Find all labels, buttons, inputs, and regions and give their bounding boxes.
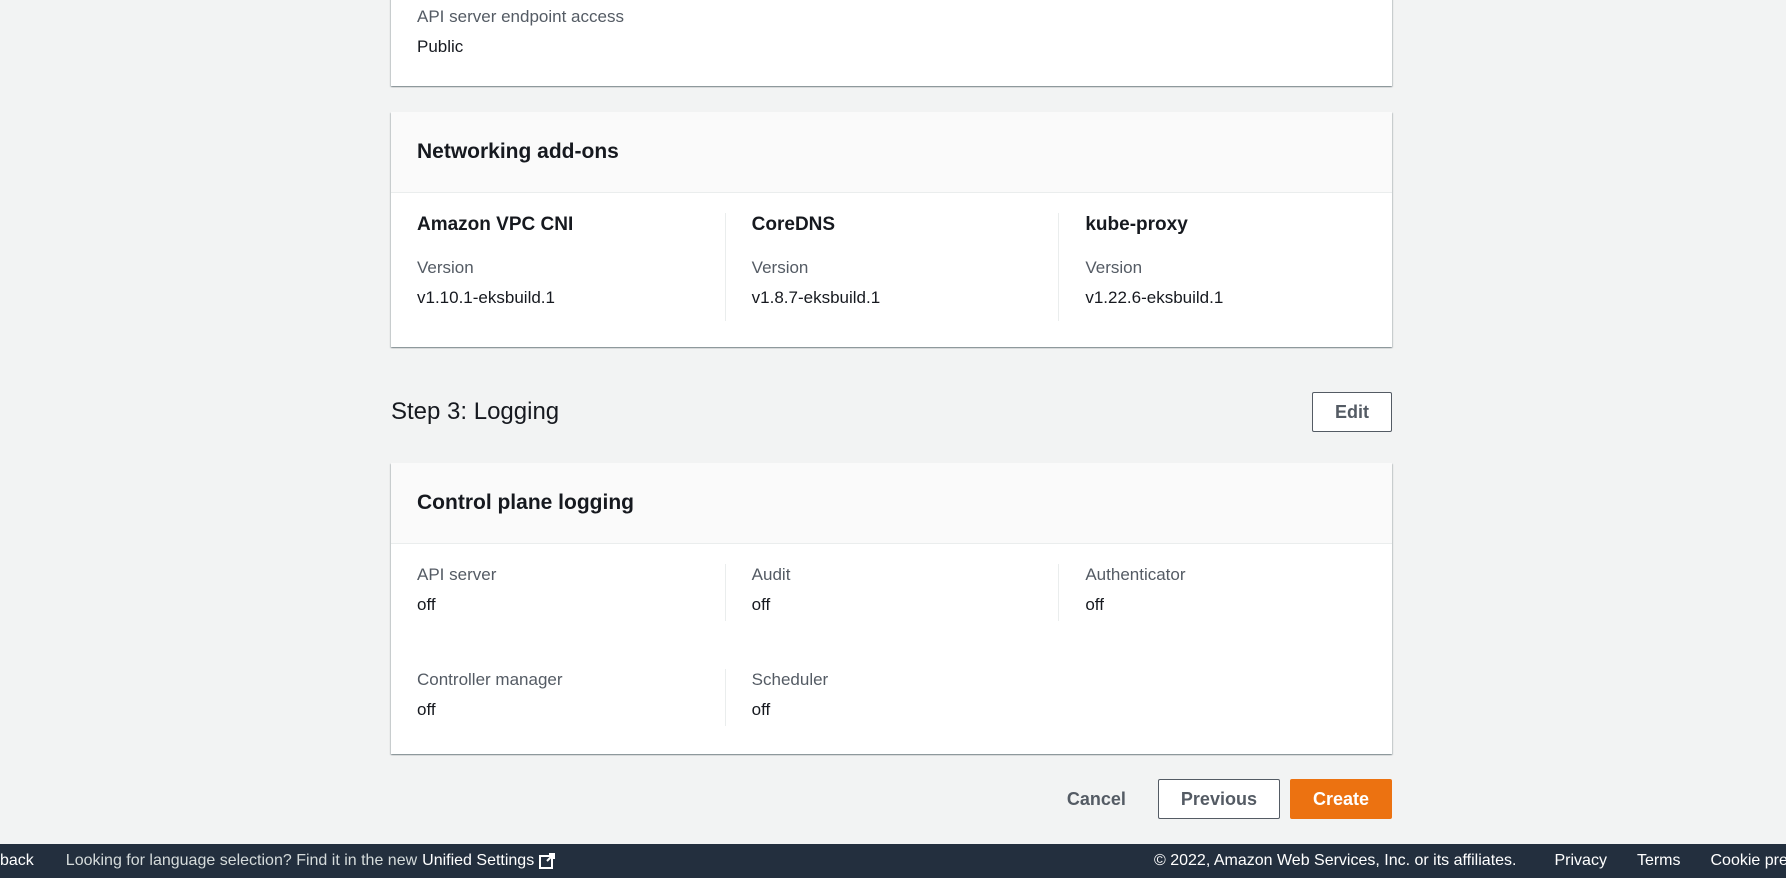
log-type-label: Audit: [751, 565, 791, 584]
networking-addons-card: Networking add-ons Amazon VPC CNI Versio…: [391, 112, 1392, 347]
addon-version-value: v1.22.6-eksbuild.1: [1085, 288, 1224, 307]
logging-api-server: API server off: [391, 564, 725, 621]
logging-row-1: API server off Audit off Authenticator o…: [391, 564, 1392, 621]
logging-scheduler: Scheduler off: [724, 669, 1059, 726]
log-type-value: off: [751, 700, 771, 719]
endpoint-access-label: API server endpoint access: [417, 7, 624, 26]
create-button[interactable]: Create: [1289, 779, 1392, 819]
control-plane-logging-title: Control plane logging: [391, 463, 1392, 544]
networking-addons-title: Networking add-ons: [391, 112, 1392, 193]
cancel-button[interactable]: Cancel: [1045, 779, 1148, 819]
edit-logging-button[interactable]: Edit: [1312, 392, 1392, 432]
addon-version-label: Version: [417, 258, 474, 277]
endpoint-access-value: Public: [417, 37, 464, 56]
wizard-actions: Cancel Previous Create: [1045, 779, 1392, 819]
log-type-label: API server: [417, 565, 497, 584]
log-type-label: Scheduler: [751, 670, 829, 689]
log-type-value: off: [417, 700, 436, 719]
feedback-link[interactable]: back: [0, 852, 34, 870]
privacy-link[interactable]: Privacy: [1554, 852, 1606, 870]
step3-title: Step 3: Logging: [391, 398, 560, 425]
addon-kube-proxy: kube-proxy Version v1.22.6-eksbuild.1: [1058, 213, 1392, 321]
page: API server endpoint access Public Networ…: [0, 0, 1786, 878]
addon-name: Amazon VPC CNI: [417, 214, 574, 235]
addon-version-value: v1.8.7-eksbuild.1: [751, 288, 881, 307]
addon-name: CoreDNS: [751, 214, 836, 235]
log-type-value: off: [417, 595, 436, 614]
addon-version-value: v1.10.1-eksbuild.1: [417, 288, 555, 307]
logging-authenticator: Authenticator off: [1058, 564, 1392, 621]
log-type-value: off: [751, 595, 771, 614]
console-footer: back Looking for language selection? Fin…: [0, 844, 1786, 878]
footer-right: © 2022, Amazon Web Services, Inc. or its…: [1154, 844, 1786, 878]
addon-vpc-cni: Amazon VPC CNI Version v1.10.1-eksbuild.…: [391, 213, 725, 321]
logging-audit: Audit off: [724, 564, 1059, 621]
footer-left: back Looking for language selection? Fin…: [0, 844, 556, 878]
terms-link[interactable]: Terms: [1637, 852, 1681, 870]
external-link-icon[interactable]: [538, 852, 556, 870]
log-type-value: off: [1085, 595, 1104, 614]
addon-version-label: Version: [1085, 258, 1143, 277]
log-type-label: Controller manager: [417, 670, 563, 689]
language-prompt: Looking for language selection? Find it …: [65, 852, 418, 869]
step3-header: Step 3: Logging Edit: [391, 390, 1392, 434]
logging-controller-manager: Controller manager off: [391, 669, 725, 726]
cluster-config-card: API server endpoint access Public: [391, 0, 1392, 86]
addon-version-label: Version: [751, 258, 809, 277]
addon-coredns: CoreDNS Version v1.8.7-eksbuild.1: [724, 213, 1059, 321]
cookie-preferences-link[interactable]: Cookie prefere: [1711, 852, 1786, 870]
log-type-label: Authenticator: [1085, 565, 1186, 584]
previous-button[interactable]: Previous: [1157, 779, 1280, 819]
addon-name: kube-proxy: [1085, 214, 1188, 235]
unified-settings-link[interactable]: Unified Settings: [422, 852, 534, 870]
copyright-text: © 2022, Amazon Web Services, Inc. or its…: [1154, 852, 1517, 869]
addons-columns: Amazon VPC CNI Version v1.10.1-eksbuild.…: [391, 213, 1392, 321]
control-plane-logging-card: Control plane logging API server off Aud…: [391, 463, 1392, 754]
logging-row-2: Controller manager off Scheduler off: [391, 669, 1392, 726]
logging-empty-slot: [1058, 669, 1392, 726]
